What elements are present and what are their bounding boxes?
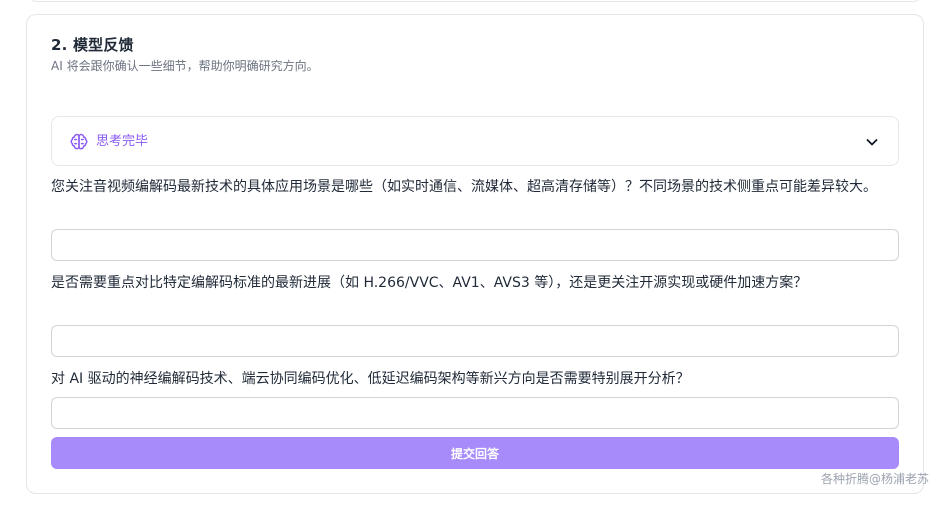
section-subtitle: AI 将会跟你确认一些细节，帮助你明确研究方向。	[51, 59, 319, 73]
watermark: 各种折腾@杨浦老苏	[820, 472, 929, 486]
chevron-down-icon[interactable]	[864, 134, 880, 150]
question-3: 对 AI 驱动的神经编解码技术、端云协同编码优化、低延迟编码架构等新兴方向是否需…	[51, 371, 690, 387]
brain-icon	[70, 133, 88, 150]
question-1: 您关注音视频编解码最新技术的具体应用场景是哪些（如实时通信、流媒体、超高清存储等…	[51, 179, 877, 195]
model-feedback-card: 2. 模型反馈 AI 将会跟你确认一些细节，帮助你明确研究方向。 思考完毕 您关…	[26, 14, 924, 494]
previous-card-edge	[27, 0, 923, 2]
thinking-collapsible[interactable]: 思考完毕	[51, 116, 899, 166]
answer-input-2[interactable]	[51, 325, 899, 357]
submit-answers-button[interactable]: 提交回答	[51, 437, 899, 469]
answer-input-3[interactable]	[51, 397, 899, 429]
answer-input-1[interactable]	[51, 229, 899, 261]
question-2: 是否需要重点对比特定编解码标准的最新进展（如 H.266/VVC、AV1、AVS…	[51, 275, 808, 291]
thinking-status-label: 思考完毕	[96, 134, 149, 149]
section-title: 2. 模型反馈	[51, 36, 134, 54]
